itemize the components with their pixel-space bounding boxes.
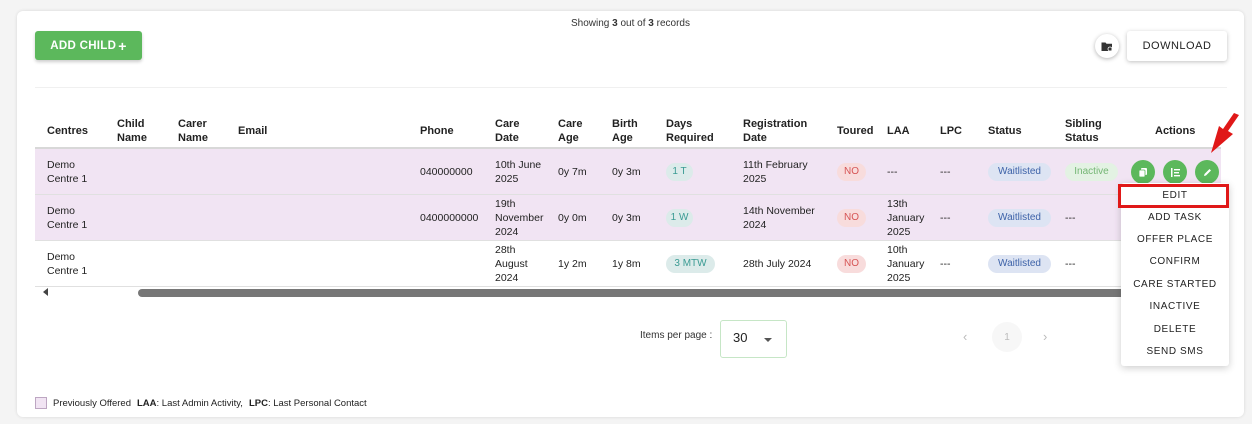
- table-row[interactable]: Demo Centre 1 0400000000 19th November 202…: [35, 195, 1221, 241]
- days-badge: 1 W: [666, 209, 693, 227]
- care-date-cell: 10th June 2025: [495, 159, 542, 185]
- lpc-abbr: LPC: [248, 397, 268, 409]
- phone-cell: 0400000000: [420, 212, 479, 224]
- showing-suffix: records: [653, 18, 690, 29]
- header-divider: [35, 87, 1227, 88]
- column-header: Care Age: [558, 118, 583, 144]
- laa-abbr: LAA: [136, 397, 157, 409]
- registration-date-cell: 28th July 2024: [743, 258, 812, 270]
- birth-age-cell: 1y 8m: [612, 258, 641, 270]
- toured-badge: NO: [837, 163, 866, 181]
- next-page-button[interactable]: ›: [1043, 329, 1047, 344]
- column-header: Centres: [47, 125, 88, 137]
- days-badge: 3 MTW: [666, 255, 715, 273]
- laa-cell: 10th January 2025: [887, 244, 925, 284]
- menu-item-send-sms[interactable]: SEND SMS: [1121, 346, 1229, 357]
- copy-icon: [1138, 167, 1149, 178]
- registration-date-cell: 11th February 2025: [743, 159, 808, 185]
- list-action-button[interactable]: [1163, 160, 1187, 184]
- items-per-page-label: Items per page :: [640, 330, 713, 341]
- records-table: Centres Child Name Carer Name Email Phone Car…: [35, 113, 1221, 300]
- care-age-cell: 1y 2m: [558, 258, 587, 270]
- pencil-icon: [1202, 167, 1213, 178]
- horizontal-scrollbar[interactable]: [138, 289, 1221, 297]
- column-header: Carer Name: [178, 118, 208, 144]
- column-header: Child Name: [117, 118, 147, 144]
- column-header: Actions: [1155, 125, 1196, 137]
- table-row[interactable]: Demo Centre 1 28th August 2024 1y 2m 1y 8m 3…: [35, 241, 1221, 287]
- status-badge: Waitlisted: [988, 255, 1051, 273]
- registration-date-cell: 14th November 2024: [743, 205, 815, 231]
- download-button[interactable]: DOWNLOAD: [1127, 31, 1227, 61]
- menu-item-care-started[interactable]: CARE STARTED: [1121, 279, 1229, 290]
- previous-page-button[interactable]: ‹: [963, 329, 967, 344]
- column-header: Status: [988, 125, 1022, 137]
- menu-item-confirm[interactable]: CONFIRM: [1121, 256, 1229, 267]
- table-header: Centres Child Name Carer Name Email Phone Car…: [35, 113, 1221, 149]
- pencil-action-button[interactable]: [1195, 160, 1219, 184]
- laa-cell: 13th January 2025: [887, 198, 925, 238]
- showing-prefix: Showing: [571, 18, 613, 29]
- care-date-cell: 28th August 2024: [495, 244, 528, 284]
- page-1-button[interactable]: 1: [992, 322, 1022, 352]
- menu-item-add-task[interactable]: ADD TASK: [1121, 212, 1229, 223]
- status-badge: Waitlisted: [988, 163, 1051, 181]
- lpc-text: : Last Personal Contact: [267, 397, 367, 409]
- edit-highlight-box: [1118, 184, 1229, 208]
- centre-cell: Demo Centre 1: [47, 251, 88, 277]
- actions-context-menu: EDIT ADD TASK OFFER PLACE CONFIRM CARE START…: [1121, 183, 1229, 366]
- lpc-cell: ---: [940, 212, 951, 224]
- birth-age-cell: 0y 3m: [612, 212, 641, 224]
- sibling-status-cell: ---: [1065, 212, 1076, 224]
- column-header: Email: [238, 125, 268, 137]
- menu-item-inactive[interactable]: INACTIVE: [1121, 301, 1229, 312]
- laa-cell: ---: [887, 166, 898, 178]
- centre-cell: Demo Centre 1: [47, 205, 88, 231]
- column-header: Sibling Status: [1065, 118, 1102, 144]
- care-date-cell: 19th November 2024: [495, 198, 544, 238]
- phone-cell: 040000000: [420, 166, 473, 178]
- sibling-status-badge: Inactive: [1065, 163, 1118, 181]
- showing-middle: out of: [617, 18, 649, 29]
- status-badge: Waitlisted: [988, 209, 1051, 227]
- pointer-arrow-icon: [1211, 113, 1239, 153]
- column-header: LAA: [887, 125, 910, 137]
- folder-settings-button[interactable]: [1095, 34, 1119, 58]
- items-per-page-value: 30: [733, 330, 748, 345]
- column-header: LPC: [940, 125, 962, 137]
- previously-offered-swatch: [35, 397, 47, 409]
- menu-item-delete[interactable]: DELETE: [1121, 324, 1229, 335]
- laa-text: : Last Admin Activity,: [156, 397, 243, 409]
- table-row[interactable]: Demo Centre 1 040000000 10th June 2025 0y 7…: [35, 149, 1221, 195]
- copy-action-button[interactable]: [1131, 160, 1155, 184]
- menu-item-offer-place[interactable]: OFFER PLACE: [1121, 234, 1229, 245]
- toured-badge: NO: [837, 209, 866, 227]
- plus-icon: +: [118, 37, 127, 54]
- lpc-cell: ---: [940, 166, 951, 178]
- column-header: Registration Date: [743, 118, 808, 144]
- days-badge: 1 T: [666, 163, 693, 181]
- scroll-left-arrow-icon[interactable]: [43, 288, 48, 296]
- column-header: Toured: [837, 125, 874, 137]
- add-child-label: ADD CHILD: [50, 39, 117, 52]
- lpc-cell: ---: [940, 258, 951, 270]
- folder-icon: [1101, 42, 1113, 51]
- toured-badge: NO: [837, 255, 866, 273]
- records-count-text: Showing 3 out of 3 records: [571, 18, 690, 29]
- care-age-cell: 0y 0m: [558, 212, 587, 224]
- previously-offered-label: Previously Offered: [53, 397, 131, 409]
- chevron-down-icon: [764, 338, 772, 342]
- list-icon: [1170, 167, 1181, 178]
- column-header: Care Date: [495, 118, 520, 144]
- care-age-cell: 0y 7m: [558, 166, 587, 178]
- items-per-page-select[interactable]: 30: [720, 320, 787, 358]
- centre-cell: Demo Centre 1: [47, 159, 88, 185]
- column-header: Birth Age: [612, 118, 638, 144]
- add-child-button[interactable]: ADD CHILD +: [35, 31, 142, 60]
- birth-age-cell: 0y 3m: [612, 166, 641, 178]
- table-legend: Previously Offered LAA : Last Admin Acti…: [35, 397, 367, 409]
- sibling-status-cell: ---: [1065, 258, 1076, 270]
- column-header: Phone: [420, 125, 454, 137]
- column-header: Days Required: [666, 118, 714, 144]
